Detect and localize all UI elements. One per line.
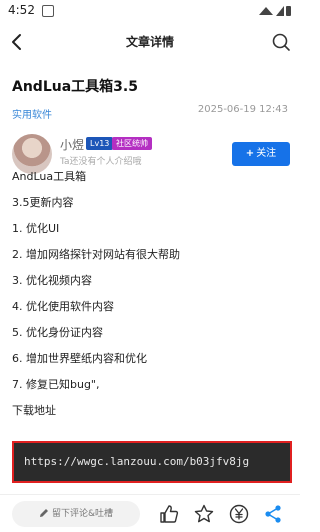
content-line: 3.5更新内容: [12, 196, 74, 209]
download-url[interactable]: https://wwgc.lanzouu.com/b03jfv8jg: [24, 455, 249, 468]
publish-date: 2025-06-19 12:43: [197, 104, 288, 115]
follow-label: 关注: [256, 148, 277, 159]
plus-icon: +: [245, 148, 255, 159]
category-link[interactable]: 实用软件: [12, 106, 52, 121]
content-line: 5. 优化身份证内容: [12, 326, 103, 339]
bottom-action-bar: 留下评论&吐槽: [0, 494, 300, 532]
content-line: 1. 优化UI: [12, 222, 60, 235]
star-icon[interactable]: [193, 503, 215, 525]
content-line: 2. 增加网络探针对网站有很大帮助: [12, 248, 180, 261]
like-icon[interactable]: [158, 503, 180, 525]
status-bar: 4:52: [0, 0, 300, 22]
notification-icon: [42, 5, 54, 17]
download-link-box[interactable]: https://wwgc.lanzouu.com/b03jfv8jg: [12, 441, 292, 483]
top-nav-bar: 文章详情: [0, 24, 300, 60]
yen-icon[interactable]: [228, 503, 250, 525]
author-name[interactable]: 小煜: [60, 136, 84, 153]
content-line: 3. 优化视频内容: [12, 274, 92, 287]
content-line: AndLua工具箱: [12, 170, 87, 183]
follow-button[interactable]: + 关注: [232, 142, 290, 166]
level-badge: Lv13: [86, 137, 114, 150]
search-icon[interactable]: [270, 30, 292, 54]
article-title: AndLua工具箱3.5: [12, 79, 138, 95]
content-line: 6. 增加世界壁纸内容和优化: [12, 352, 147, 365]
comment-input-button[interactable]: 留下评论&吐槽: [12, 501, 140, 527]
share-icon[interactable]: [262, 503, 284, 525]
content-line: 4. 优化使用软件内容: [12, 300, 114, 313]
comment-placeholder: 留下评论&吐槽: [51, 509, 114, 519]
content-line: 下载地址: [12, 404, 56, 417]
signal-battery-icon: [259, 6, 291, 16]
status-time: 4:52: [8, 3, 35, 17]
content-line: 7. 修复已知bug",: [12, 378, 100, 391]
role-badge: 社区统帅: [112, 137, 152, 150]
page-title: 文章详情: [125, 35, 174, 49]
article-content: AndLua工具箱 3.5更新内容 1. 优化UI 2. 增加网络探针对网站有很…: [12, 164, 288, 424]
pencil-icon: [39, 509, 48, 517]
